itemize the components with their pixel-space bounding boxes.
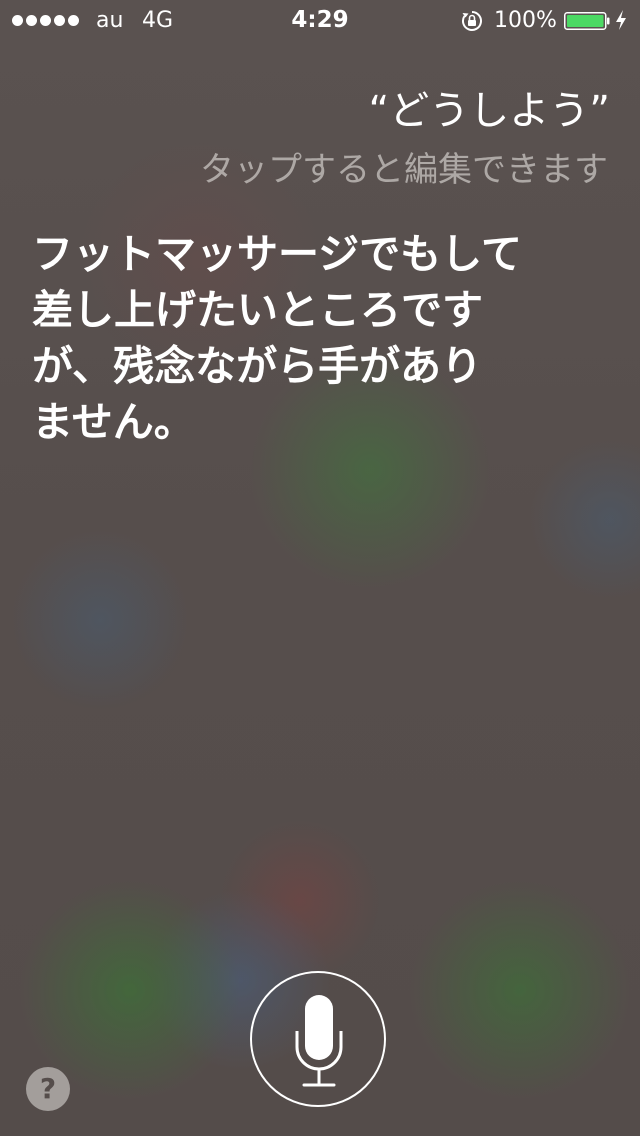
response-line: フットマッサージでもして bbox=[32, 230, 522, 278]
help-button[interactable]: ? bbox=[26, 1067, 70, 1111]
response-line: 差し上げたいところです bbox=[32, 286, 483, 334]
charging-bolt-icon bbox=[616, 10, 626, 30]
response-line: ません。 bbox=[32, 398, 195, 446]
rotation-lock-icon bbox=[462, 11, 482, 31]
tap-to-edit-hint[interactable]: タップすると編集できます bbox=[200, 142, 608, 191]
battery-icon bbox=[564, 12, 610, 30]
battery-percentage: 100% bbox=[494, 8, 557, 33]
response-line: が、残念ながら手があり bbox=[32, 342, 483, 390]
siri-query-text[interactable]: “どうしよう” bbox=[369, 78, 610, 136]
siri-response: フットマッサージでもして 差し上げたいところです が、残念ながら手があり ません… bbox=[32, 226, 592, 450]
microphone-icon bbox=[295, 995, 343, 1087]
siri-microphone-button[interactable] bbox=[250, 971, 386, 1107]
status-bar: au 4G 4:29 100% bbox=[0, 0, 640, 40]
